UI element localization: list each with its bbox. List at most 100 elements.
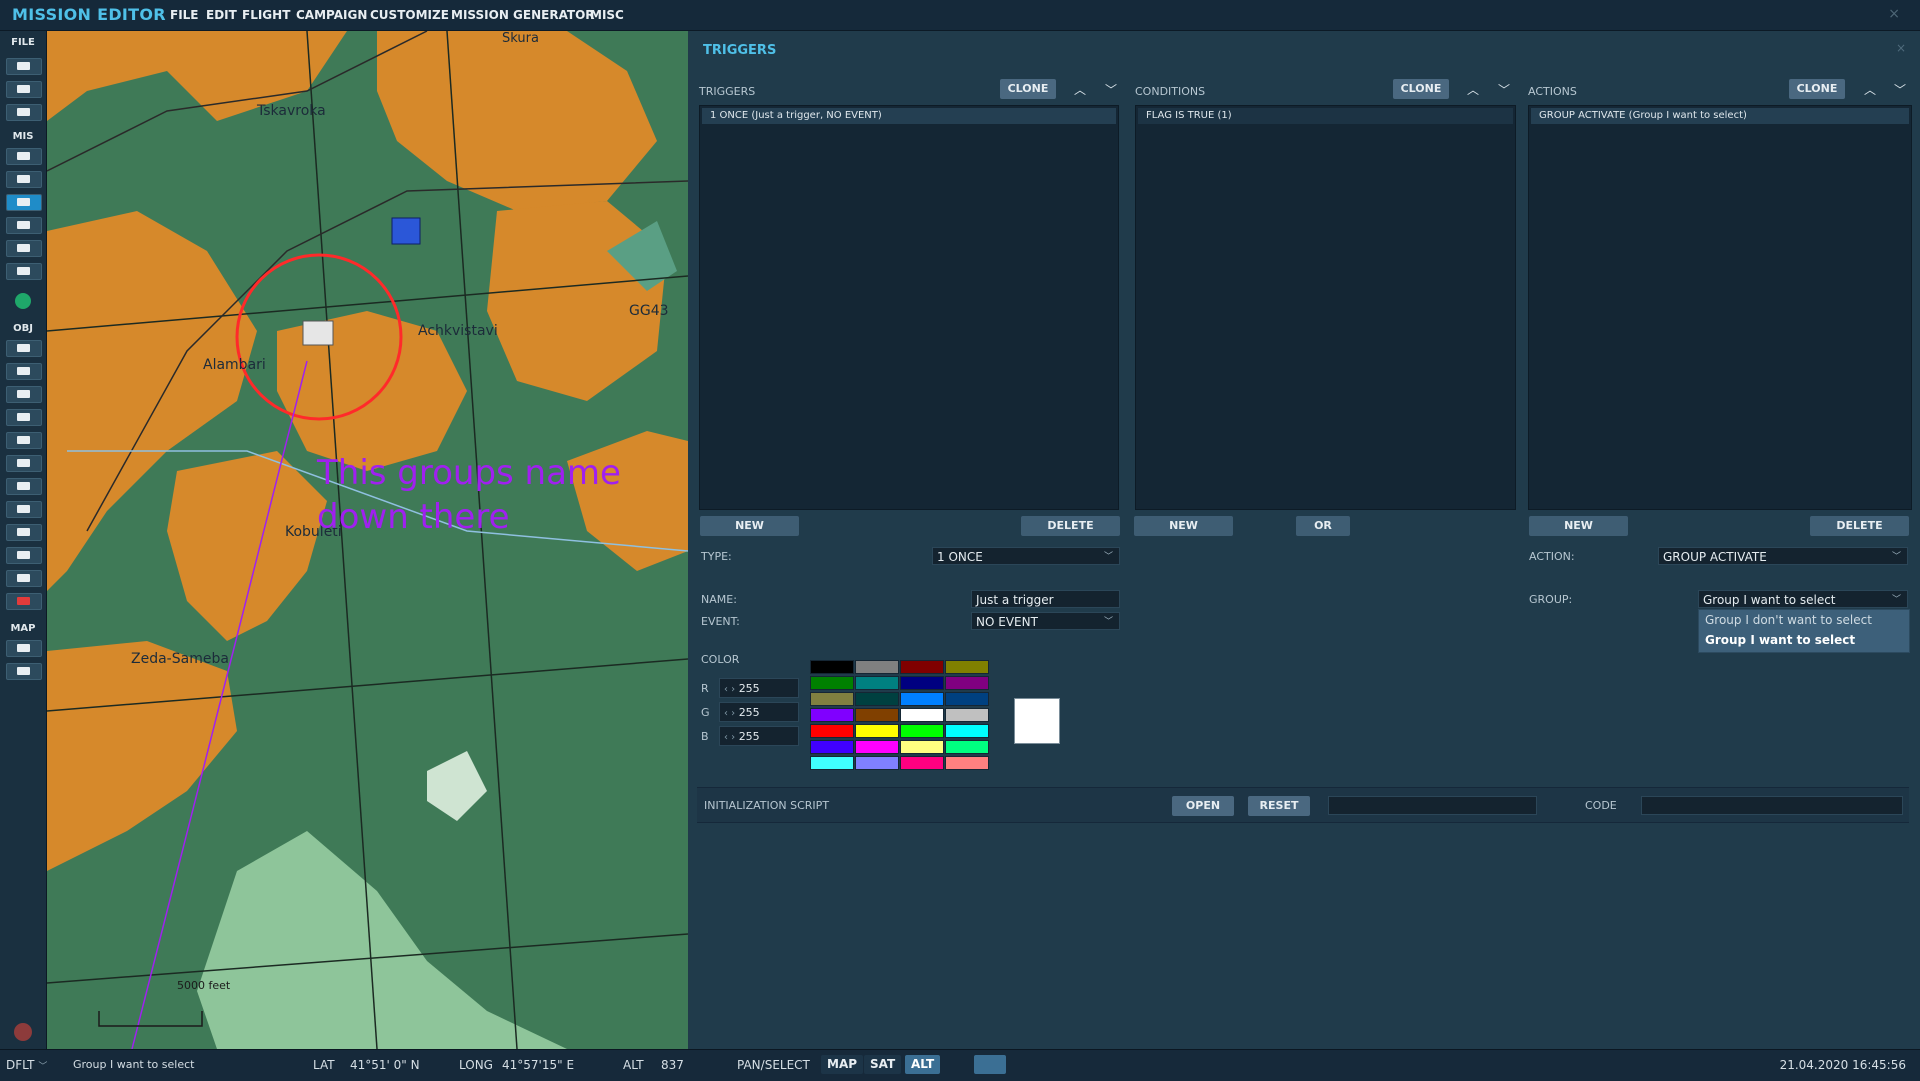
color-swatch[interactable] (900, 756, 944, 770)
color-swatch[interactable] (900, 708, 944, 722)
b-value-stepper[interactable]: ‹ › 255 (719, 726, 799, 746)
menu-flight[interactable]: FLIGHT (242, 8, 290, 22)
color-swatch[interactable] (945, 660, 989, 674)
conditions-move-down-icon[interactable]: ﹀ (1498, 81, 1510, 98)
r-value-stepper[interactable]: ‹ › 255 (719, 678, 799, 698)
weather-icon[interactable] (6, 171, 42, 188)
type-select[interactable]: 1 ONCE ﹀ (932, 547, 1120, 565)
color-swatch[interactable] (945, 724, 989, 738)
color-swatch[interactable] (945, 676, 989, 690)
trigger-zone-circle-icon[interactable] (6, 501, 42, 518)
group-select[interactable]: Group I want to select ﹀ (1698, 590, 1908, 608)
target-icon[interactable] (6, 478, 42, 495)
color-swatch[interactable] (810, 740, 854, 754)
color-swatch[interactable] (810, 692, 854, 706)
helicopter-icon[interactable] (6, 363, 42, 380)
check-icon[interactable] (6, 263, 42, 280)
trigger-new-button[interactable]: NEW (700, 516, 799, 536)
color-swatch[interactable] (900, 660, 944, 674)
condition-or-button[interactable]: OR (1296, 516, 1350, 536)
action-list-item[interactable]: GROUP ACTIVATE (Group I want to select) (1531, 108, 1909, 124)
group-dropdown-list[interactable]: Group I don't want to select Group I wan… (1698, 609, 1910, 653)
actions-move-up-icon[interactable]: ︿ (1864, 81, 1876, 98)
condition-list-item[interactable]: FLAG IS TRUE (1) (1138, 108, 1513, 124)
actions-list[interactable]: GROUP ACTIVATE (Group I want to select) (1528, 105, 1912, 510)
action-select[interactable]: GROUP ACTIVATE ﹀ (1658, 547, 1908, 565)
actions-move-down-icon[interactable]: ﹀ (1894, 81, 1906, 98)
color-palette[interactable] (810, 660, 990, 772)
color-swatch[interactable] (945, 740, 989, 754)
triggers-list[interactable]: 1 ONCE (Just a trigger, NO EVENT) (699, 105, 1119, 510)
menu-edit[interactable]: EDIT (206, 8, 237, 22)
sat-view-button[interactable]: SAT (864, 1055, 902, 1074)
triggers-move-up-icon[interactable]: ︿ (1074, 81, 1086, 98)
shapes-icon[interactable] (6, 570, 42, 587)
briefing-icon[interactable] (6, 148, 42, 165)
color-swatch[interactable] (945, 756, 989, 770)
event-select[interactable]: NO EVENT ﹀ (971, 612, 1120, 630)
color-swatch[interactable] (900, 692, 944, 706)
window-close-icon[interactable]: × (1888, 6, 1900, 22)
map-canvas[interactable] (47, 31, 688, 1049)
color-swatch[interactable] (810, 724, 854, 738)
color-swatch[interactable] (855, 740, 899, 754)
code-input[interactable] (1641, 796, 1903, 815)
color-swatch[interactable] (945, 708, 989, 722)
blue-group-icon[interactable] (391, 217, 421, 245)
group-option-selected[interactable]: Group I want to select (1699, 630, 1909, 650)
airplane-icon[interactable] (6, 340, 42, 357)
condition-new-button[interactable]: NEW (1134, 516, 1233, 536)
color-swatch[interactable] (810, 708, 854, 722)
trigger-name-input[interactable]: Just a trigger (971, 590, 1120, 608)
triggers-clone-button[interactable]: CLONE (1000, 79, 1056, 99)
vehicle-icon[interactable] (6, 409, 42, 426)
delete-icon[interactable] (6, 593, 42, 610)
trigger-delete-button[interactable]: DELETE (1021, 516, 1120, 536)
color-swatch[interactable] (900, 724, 944, 738)
unit-icon[interactable] (15, 293, 31, 309)
naval-icon[interactable] (6, 524, 42, 541)
alt-view-button[interactable]: ALT (905, 1055, 941, 1074)
ruler-icon[interactable] (6, 663, 42, 680)
menu-mission-generator[interactable]: MISSION GENERATOR (451, 8, 595, 22)
color-swatch[interactable] (855, 692, 899, 706)
navpoint-icon[interactable] (6, 455, 42, 472)
trigger-zone-icon[interactable] (6, 194, 42, 211)
color-swatch[interactable] (810, 660, 854, 674)
map-options-icon[interactable] (6, 640, 42, 657)
trigger-list-item[interactable]: 1 ONCE (Just a trigger, NO EVENT) (702, 108, 1116, 124)
color-swatch[interactable] (855, 708, 899, 722)
menu-customize[interactable]: CUSTOMIZE (370, 8, 449, 22)
panel-close-icon[interactable]: × (1896, 41, 1906, 55)
conditions-clone-button[interactable]: CLONE (1393, 79, 1449, 99)
g-value-stepper[interactable]: ‹ › 255 (719, 702, 799, 722)
static-icon[interactable] (6, 432, 42, 449)
ship-icon[interactable] (6, 386, 42, 403)
new-file-icon[interactable] (6, 58, 42, 75)
save-icon[interactable] (6, 104, 42, 121)
color-swatch[interactable] (855, 660, 899, 674)
conditions-list[interactable]: FLAG IS TRUE (1) (1135, 105, 1516, 510)
color-swatch[interactable] (855, 756, 899, 770)
pan-select-mode[interactable]: PAN/SELECT (737, 1058, 810, 1072)
conditions-move-up-icon[interactable]: ︿ (1467, 81, 1479, 98)
group-option[interactable]: Group I don't want to select (1699, 610, 1909, 630)
actions-clone-button[interactable]: CLONE (1789, 79, 1845, 99)
color-swatch[interactable] (900, 740, 944, 754)
open-folder-icon[interactable] (6, 81, 42, 98)
menu-file[interactable]: FILE (170, 8, 199, 22)
mission-goals-icon[interactable] (6, 217, 42, 234)
init-script-reset-button[interactable]: RESET (1248, 796, 1310, 816)
color-swatch[interactable] (945, 692, 989, 706)
triggers-move-down-icon[interactable]: ﹀ (1105, 81, 1117, 98)
template-icon[interactable] (6, 547, 42, 564)
menu-misc[interactable]: MISC (590, 8, 624, 22)
color-swatch[interactable] (810, 756, 854, 770)
color-swatch[interactable] (855, 676, 899, 690)
action-delete-button[interactable]: DELETE (1810, 516, 1909, 536)
map-view[interactable]: Skura Tskavroka Achkvistavi Alambari Kob… (47, 31, 688, 1049)
init-script-file-field[interactable] (1328, 796, 1537, 815)
group-filter-icon[interactable] (974, 1055, 1006, 1074)
triggers-icon[interactable] (6, 240, 42, 257)
selected-group-icon[interactable] (302, 320, 334, 346)
